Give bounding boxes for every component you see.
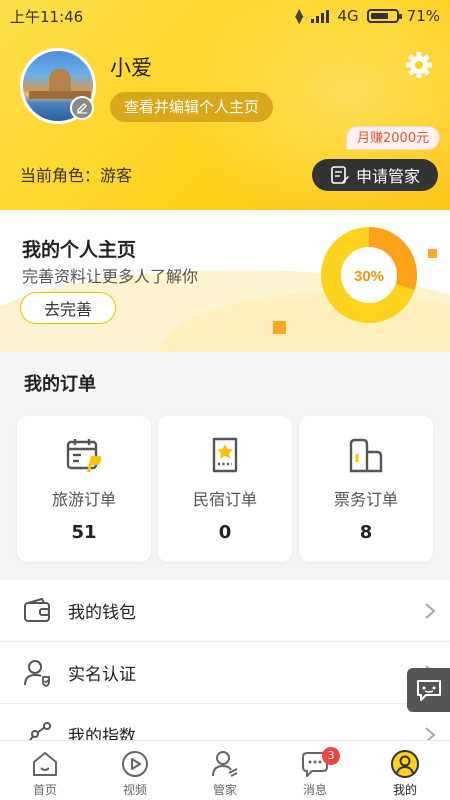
order-label: 民宿订单 bbox=[192, 490, 257, 509]
bottom-nav: 首页 视频 管家 消息 3 我的 bbox=[0, 740, 450, 800]
settings-gear-icon[interactable] bbox=[404, 50, 434, 80]
status-time: 上午11:46 bbox=[10, 7, 84, 26]
progress-percent: 30% bbox=[354, 268, 384, 285]
status-right: ▲ ▼ 4G 71% bbox=[295, 7, 440, 25]
menu-item-wallet[interactable]: 我的钱包 bbox=[0, 580, 450, 642]
homepage-card-title: 我的个人主页 bbox=[22, 239, 137, 261]
nav-video[interactable]: 视频 bbox=[90, 741, 180, 800]
nav-label: 我的 bbox=[392, 783, 417, 797]
status-bar: 上午11:46 ▲ ▼ 4G 71% bbox=[0, 0, 450, 32]
menu-item-verification[interactable]: 实名认证 bbox=[0, 642, 450, 704]
homepage-card-subtitle: 完善资料让更多人了解你 bbox=[22, 267, 199, 286]
nav-messages[interactable]: 消息 3 bbox=[270, 741, 360, 800]
message-count-badge: 3 bbox=[322, 747, 340, 765]
menu-item-label: 我的指数 bbox=[68, 727, 136, 740]
order-card-homestay[interactable]: 民宿订单 0 bbox=[158, 416, 292, 562]
order-count: 51 bbox=[71, 522, 97, 543]
apply-form-icon bbox=[331, 166, 349, 184]
menu-item-label: 实名认证 bbox=[68, 665, 136, 685]
index-chart-icon bbox=[29, 722, 51, 740]
orders-title: 我的订单 bbox=[24, 374, 96, 395]
earn-badge: 月赚2000元 bbox=[346, 126, 441, 150]
apply-butler-label: 申请管家 bbox=[355, 167, 420, 186]
butler-icon bbox=[212, 751, 238, 777]
menu-list: 我的钱包 实名认证 我的指数 bbox=[0, 580, 450, 740]
nav-butler[interactable]: 管家 bbox=[180, 741, 270, 800]
data-arrows-icon: ▲ ▼ bbox=[295, 6, 304, 26]
username: 小爱 bbox=[110, 56, 152, 80]
profile-icon bbox=[391, 750, 419, 778]
signal-icon bbox=[311, 9, 330, 23]
order-label: 票务订单 bbox=[333, 490, 398, 509]
complete-profile-button[interactable]: 去完善 bbox=[20, 292, 116, 324]
nav-label: 消息 bbox=[302, 783, 327, 797]
battery-percent: 71% bbox=[406, 7, 440, 25]
calendar-ticket-icon bbox=[66, 439, 102, 472]
order-card-tickets[interactable]: 票务订单 8 bbox=[299, 416, 433, 562]
verified-user-icon bbox=[24, 660, 50, 687]
nav-label: 视频 bbox=[122, 783, 147, 797]
chevron-right-icon bbox=[425, 603, 436, 619]
video-play-icon bbox=[122, 751, 148, 777]
decor-square bbox=[428, 249, 437, 258]
order-card-travel[interactable]: 旅游订单 51 bbox=[17, 416, 151, 562]
chevron-right-icon bbox=[425, 727, 436, 740]
nav-profile[interactable]: 我的 bbox=[360, 741, 450, 800]
order-count: 8 bbox=[359, 522, 373, 543]
menu-item-index[interactable]: 我的指数 bbox=[0, 704, 450, 740]
edit-avatar-icon[interactable] bbox=[70, 96, 94, 120]
edit-profile-button[interactable]: 查看并编辑个人主页 bbox=[110, 92, 274, 122]
nav-home[interactable]: 首页 bbox=[0, 741, 90, 800]
nav-label: 首页 bbox=[32, 783, 57, 797]
order-count: 0 bbox=[218, 522, 232, 543]
network-type: 4G bbox=[337, 7, 359, 25]
star-ticket-icon bbox=[212, 437, 238, 473]
ticket-stub-icon bbox=[349, 438, 383, 473]
decor-square bbox=[273, 321, 286, 334]
nav-label: 管家 bbox=[212, 783, 237, 797]
order-label: 旅游订单 bbox=[51, 490, 116, 509]
home-icon bbox=[33, 752, 57, 776]
profile-header: 上午11:46 ▲ ▼ 4G 71% 小爱 查看并编辑个人主页 当前角色：游客 … bbox=[0, 0, 450, 210]
apply-butler-button[interactable]: 申请管家 bbox=[312, 159, 438, 191]
chat-bubble-icon bbox=[416, 680, 441, 701]
wallet-icon bbox=[24, 597, 50, 622]
profile-progress-donut: 30% bbox=[321, 227, 417, 323]
battery-icon bbox=[366, 9, 402, 23]
menu-item-label: 我的钱包 bbox=[68, 603, 136, 623]
current-role: 当前角色：游客 bbox=[20, 166, 133, 185]
customer-service-button[interactable] bbox=[407, 668, 450, 712]
